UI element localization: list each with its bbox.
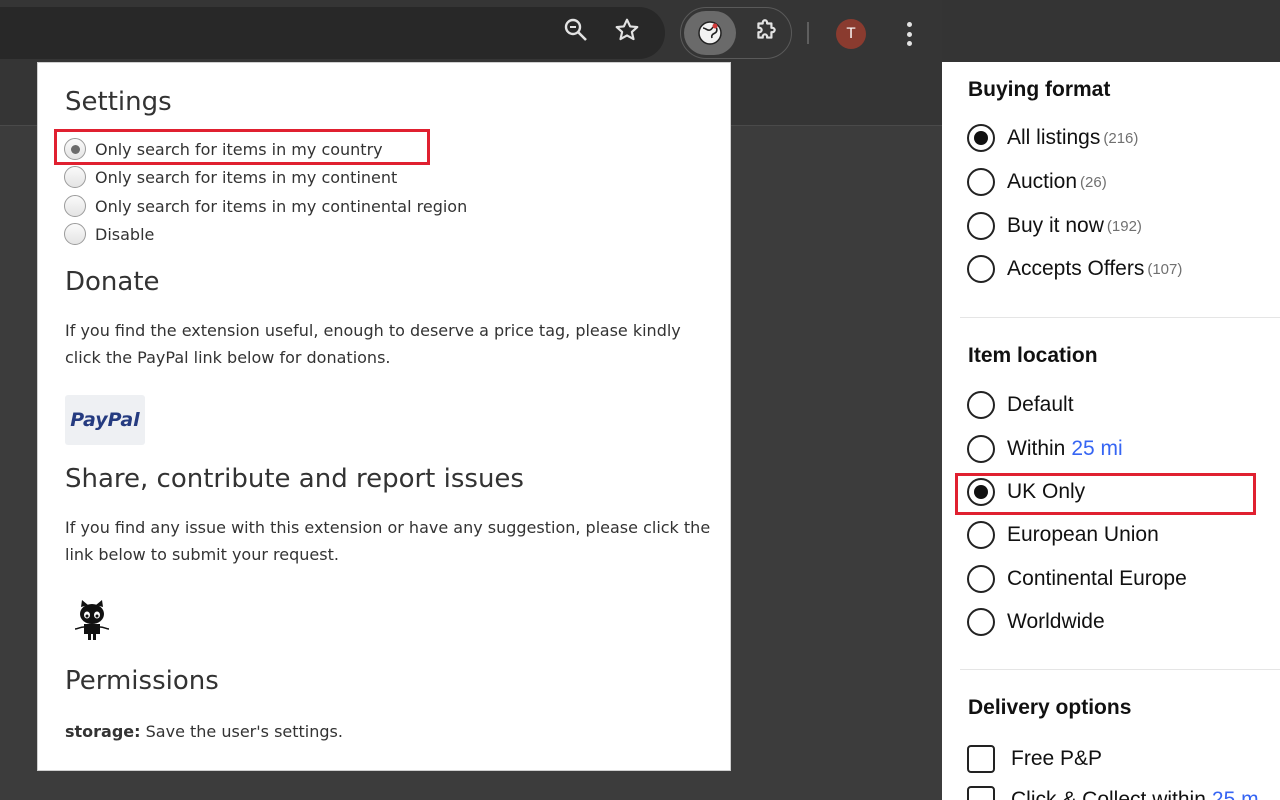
auction-label: Auction <box>1007 170 1078 193</box>
option-disable[interactable]: Disable <box>64 223 154 245</box>
checkbox-free-pp[interactable] <box>967 745 995 773</box>
permission-item: storage: Save the user's settings. <box>65 722 343 741</box>
filter-continental-europe[interactable]: Continental Europe <box>967 565 1187 593</box>
section-divider <box>960 317 1280 318</box>
free-pp-label: Free P&P <box>1011 747 1103 770</box>
radio-european-union[interactable] <box>967 521 995 549</box>
share-text: If you find any issue with this extensio… <box>65 518 711 564</box>
within-distance-link[interactable]: 25 mi <box>1071 437 1122 461</box>
within-label: Within <box>1007 437 1066 460</box>
github-icon[interactable] <box>68 597 116 645</box>
filter-auction[interactable]: Auction (26) <box>967 168 1107 196</box>
click-collect-distance-link[interactable]: 25 m <box>1212 788 1259 800</box>
radio-auction[interactable] <box>967 168 995 196</box>
click-collect-label: Click & Collect within <box>1011 788 1206 800</box>
option-continent-label: Only search for items in my continent <box>95 167 398 187</box>
radio-disable[interactable] <box>64 223 86 245</box>
filter-european-union[interactable]: European Union <box>967 521 1159 549</box>
toolbar-divider <box>807 22 809 44</box>
accepts-offers-label: Accepts Offers <box>1007 257 1145 280</box>
filter-click-collect[interactable]: Click & Collect within 25 m <box>967 786 1259 800</box>
paypal-link[interactable]: PayPal <box>65 395 145 445</box>
default-label: Default <box>1007 393 1074 416</box>
filter-free-pp[interactable]: Free P&P <box>967 745 1102 773</box>
permission-name: storage: <box>65 722 141 741</box>
radio-buy-it-now[interactable] <box>967 212 995 240</box>
filter-accepts-offers[interactable]: Accepts Offers (107) <box>967 255 1182 283</box>
auction-count: (26) <box>1080 173 1107 191</box>
more-vert-icon[interactable] <box>898 18 920 50</box>
puzzle-icon[interactable] <box>748 12 784 48</box>
radio-within[interactable] <box>967 435 995 463</box>
delivery-options-heading: Delivery options <box>968 696 1132 719</box>
accepts-offers-count: (107) <box>1147 260 1183 278</box>
section-divider <box>960 669 1280 670</box>
option-continental-region[interactable]: Only search for items in my continental … <box>64 195 467 217</box>
option-disable-label: Disable <box>95 224 155 244</box>
radio-all-listings[interactable] <box>967 124 995 152</box>
radio-worldwide[interactable] <box>967 608 995 636</box>
radio-default[interactable] <box>967 391 995 419</box>
settings-heading: Settings <box>65 87 172 117</box>
radio-continental-region[interactable] <box>64 195 86 217</box>
bookmark-star-icon[interactable] <box>609 12 645 48</box>
permission-desc: Save the user's settings. <box>140 722 343 741</box>
extension-globe-icon[interactable] <box>684 11 736 55</box>
item-location-heading: Item location <box>968 344 1098 367</box>
highlight-country-option <box>54 129 430 165</box>
filter-within[interactable]: Within 25 mi <box>967 435 1123 463</box>
all-listings-label: All listings <box>1007 126 1101 149</box>
buying-format-heading: Buying format <box>968 78 1111 101</box>
radio-continental-europe[interactable] <box>967 565 995 593</box>
zoom-icon[interactable] <box>558 12 594 48</box>
checkbox-click-collect[interactable] <box>967 786 995 800</box>
all-listings-count: (216) <box>1103 129 1139 147</box>
filter-buy-it-now[interactable]: Buy it now (192) <box>967 212 1142 240</box>
option-continental-region-label: Only search for items in my continental … <box>95 196 468 216</box>
highlight-uk-only <box>955 473 1256 515</box>
radio-accepts-offers[interactable] <box>967 255 995 283</box>
continental-europe-label: Continental Europe <box>1007 567 1187 590</box>
right-header-background <box>942 0 1280 62</box>
permissions-heading: Permissions <box>65 666 219 696</box>
filter-worldwide[interactable]: Worldwide <box>967 608 1105 636</box>
donate-heading: Donate <box>65 267 160 297</box>
buy-it-now-count: (192) <box>1106 217 1142 235</box>
donate-text: If you find the extension useful, enough… <box>65 321 681 367</box>
european-union-label: European Union <box>1007 523 1159 546</box>
worldwide-label: Worldwide <box>1007 610 1105 633</box>
share-heading: Share, contribute and report issues <box>65 464 524 494</box>
radio-continent[interactable] <box>64 166 86 188</box>
avatar[interactable]: T <box>836 19 866 49</box>
filter-all-listings[interactable]: All listings (216) <box>967 124 1138 152</box>
buy-it-now-label: Buy it now <box>1007 214 1104 237</box>
option-continent[interactable]: Only search for items in my continent <box>64 166 397 188</box>
filter-default[interactable]: Default <box>967 391 1074 419</box>
extension-popup: Settings Only search for items in my cou… <box>37 62 731 771</box>
filters-sidebar: Buying format All listings (216) Auction… <box>942 62 1280 800</box>
browser-toolbar: T <box>0 0 942 62</box>
